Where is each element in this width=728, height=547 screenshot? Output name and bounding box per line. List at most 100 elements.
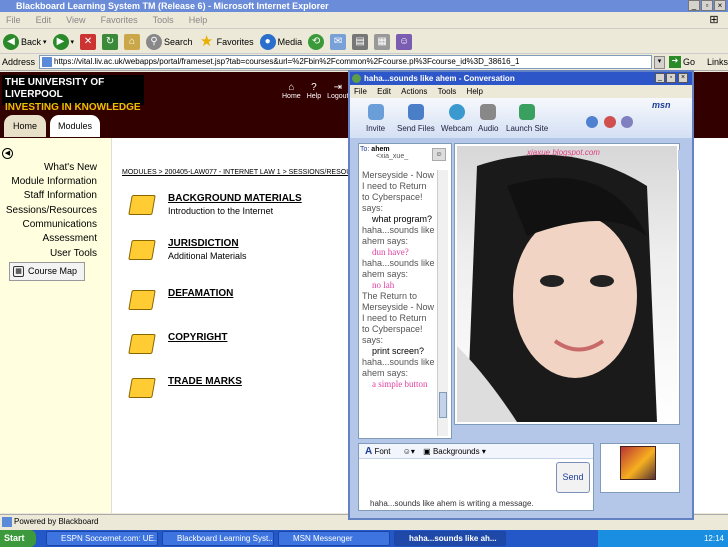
module-item[interactable]: BACKGROUND MATERIALS Introduction to the …: [128, 193, 302, 217]
media-button[interactable]: ● Media: [259, 33, 302, 50]
university-logo[interactable]: THE UNIVERSITY OF LIVERPOOL INVESTING IN…: [2, 75, 144, 113]
go-button[interactable]: ➜ Go: [668, 56, 695, 68]
msn-menu-file[interactable]: File: [350, 87, 371, 96]
nav-sessions-resources[interactable]: Sessions/Resources: [6, 205, 97, 217]
module-item[interactable]: COPYRIGHT: [128, 332, 227, 354]
menu-view[interactable]: View: [60, 13, 91, 27]
nav-assessment[interactable]: Assessment: [43, 233, 97, 245]
module-title[interactable]: BACKGROUND MATERIALS: [168, 193, 302, 205]
nav-user-tools[interactable]: User Tools: [50, 248, 97, 260]
msn-maximize-button[interactable]: ▫: [666, 73, 676, 83]
send-files-button[interactable]: Send Files: [397, 104, 435, 133]
msn-title-bar[interactable]: haha...sounds like ahem - Conversation: [350, 72, 692, 85]
module-title[interactable]: JURISDICTION: [168, 238, 247, 250]
my-display-picture[interactable]: [620, 446, 656, 480]
start-button[interactable]: Start: [0, 530, 36, 547]
font-label[interactable]: Font: [374, 447, 390, 456]
taskbar-item-active[interactable]: haha...sounds like ah...: [394, 531, 506, 546]
font-icon[interactable]: A: [359, 446, 372, 457]
menu-tools[interactable]: Tools: [147, 13, 180, 27]
module-title[interactable]: DEFAMATION: [168, 288, 233, 300]
taskbar-item[interactable]: MSN Messenger: [278, 531, 390, 546]
module-item[interactable]: JURISDICTION Additional Materials: [128, 238, 247, 262]
msn-menu-help[interactable]: Help: [463, 87, 487, 96]
print-icon[interactable]: ▤: [352, 33, 369, 50]
messenger-icon[interactable]: ☺: [396, 33, 413, 50]
go-arrow-icon: ➜: [668, 56, 681, 68]
module-title[interactable]: TRADE MARKS: [168, 376, 242, 388]
to-field: To: ahem <xia_xue_: [360, 146, 442, 168]
menu-help[interactable]: Help: [183, 13, 214, 27]
theme-icon[interactable]: [621, 116, 633, 128]
forward-button[interactable]: ▶ ▾: [52, 33, 74, 50]
collapse-icon[interactable]: ◀: [2, 148, 13, 159]
go-label: Go: [682, 57, 695, 67]
chat-scrollbar[interactable]: [437, 170, 448, 436]
task-label: ESPN Soccernet.com: UE...: [61, 534, 158, 543]
refresh-icon[interactable]: ↻: [102, 33, 119, 50]
stop-icon[interactable]: ✕: [80, 33, 97, 50]
backgrounds-dropdown-icon[interactable]: ▾: [482, 447, 486, 456]
search-button[interactable]: ⚲ Search: [146, 33, 193, 50]
module-item[interactable]: TRADE MARKS: [128, 376, 242, 398]
contact-avatar-icon[interactable]: ☺: [432, 148, 446, 161]
home-icon[interactable]: ⌂: [124, 33, 141, 50]
launch-site-button[interactable]: Launch Site: [506, 104, 548, 133]
folder-icon: [128, 240, 156, 260]
taskbar-item[interactable]: ESPN Soccernet.com: UE...: [46, 531, 158, 546]
history-icon[interactable]: ⟲: [308, 33, 325, 50]
nav-module-information[interactable]: Module Information: [11, 176, 97, 188]
webcam-button[interactable]: Webcam: [441, 104, 472, 133]
clock[interactable]: 12:14: [704, 534, 724, 543]
header-home-link[interactable]: ⌂ Home: [282, 82, 301, 100]
course-map-button[interactable]: ▦ Course Map: [9, 262, 85, 281]
tab-modules[interactable]: Modules: [50, 115, 100, 137]
header-logout-link[interactable]: ⇥ Logout: [327, 82, 348, 100]
module-item[interactable]: DEFAMATION: [128, 288, 233, 310]
tab-home[interactable]: Home: [4, 115, 46, 137]
favorites-button[interactable]: ★ Favorites: [199, 33, 254, 50]
block-icon[interactable]: [586, 116, 598, 128]
task-label: haha...sounds like ah...: [409, 534, 497, 543]
send-button[interactable]: Send: [556, 462, 590, 493]
backgrounds-icon[interactable]: ▣: [417, 447, 431, 456]
nav-whats-new[interactable]: What's New: [44, 162, 97, 174]
emoticon-icon[interactable]: ☺▾: [393, 447, 415, 456]
audio-button[interactable]: Audio: [478, 104, 498, 133]
contact-name[interactable]: ahem: [371, 146, 389, 153]
address-dropdown-icon[interactable]: ▾: [654, 55, 665, 69]
stop-icon[interactable]: [604, 116, 616, 128]
msn-menu-edit[interactable]: Edit: [373, 87, 395, 96]
msn-menu-actions[interactable]: Actions: [397, 87, 431, 96]
nav-staff-information[interactable]: Staff Information: [24, 190, 97, 202]
nav-communications[interactable]: Communications: [23, 219, 97, 231]
msn-close-button[interactable]: ×: [678, 73, 688, 83]
minimize-button[interactable]: _: [688, 0, 700, 11]
course-map-label: Course Map: [28, 266, 78, 276]
scroll-thumb[interactable]: [439, 392, 447, 418]
backgrounds-label[interactable]: Backgrounds: [433, 447, 480, 456]
mail-icon[interactable]: ✉: [330, 33, 347, 50]
module-title[interactable]: COPYRIGHT: [168, 332, 227, 344]
chat-history[interactable]: Merseyside - Now I need to Return to Cyb…: [362, 170, 436, 436]
chat-line: what program?: [372, 214, 433, 224]
links-button[interactable]: Links: [707, 57, 728, 67]
menu-edit[interactable]: Edit: [30, 13, 58, 27]
menu-favorites[interactable]: Favorites: [95, 13, 144, 27]
msn-minimize-button[interactable]: _: [655, 73, 665, 83]
edit-icon[interactable]: ▦: [374, 33, 391, 50]
msn-logo: msn: [652, 100, 671, 110]
audio-label: Audio: [478, 124, 499, 133]
breadcrumb[interactable]: MODULES > 200405-LAW077 - INTERNET LAW 1…: [122, 169, 356, 176]
message-input[interactable]: [360, 461, 554, 494]
invite-button[interactable]: Invite: [366, 104, 385, 133]
msn-menu-tools[interactable]: Tools: [434, 87, 461, 96]
menu-file[interactable]: File: [0, 13, 27, 27]
taskbar-item[interactable]: Blackboard Learning Syst...: [162, 531, 274, 546]
maximize-button[interactable]: ▫: [701, 0, 713, 11]
close-button[interactable]: ×: [714, 0, 726, 11]
back-button[interactable]: ◀ Back ▾: [3, 33, 47, 50]
panel-toggle-icon[interactable]: [678, 150, 684, 170]
header-help-link[interactable]: ? Help: [307, 82, 321, 100]
url-input[interactable]: https://vital.liv.ac.uk/webapps/portal/f…: [39, 55, 653, 69]
